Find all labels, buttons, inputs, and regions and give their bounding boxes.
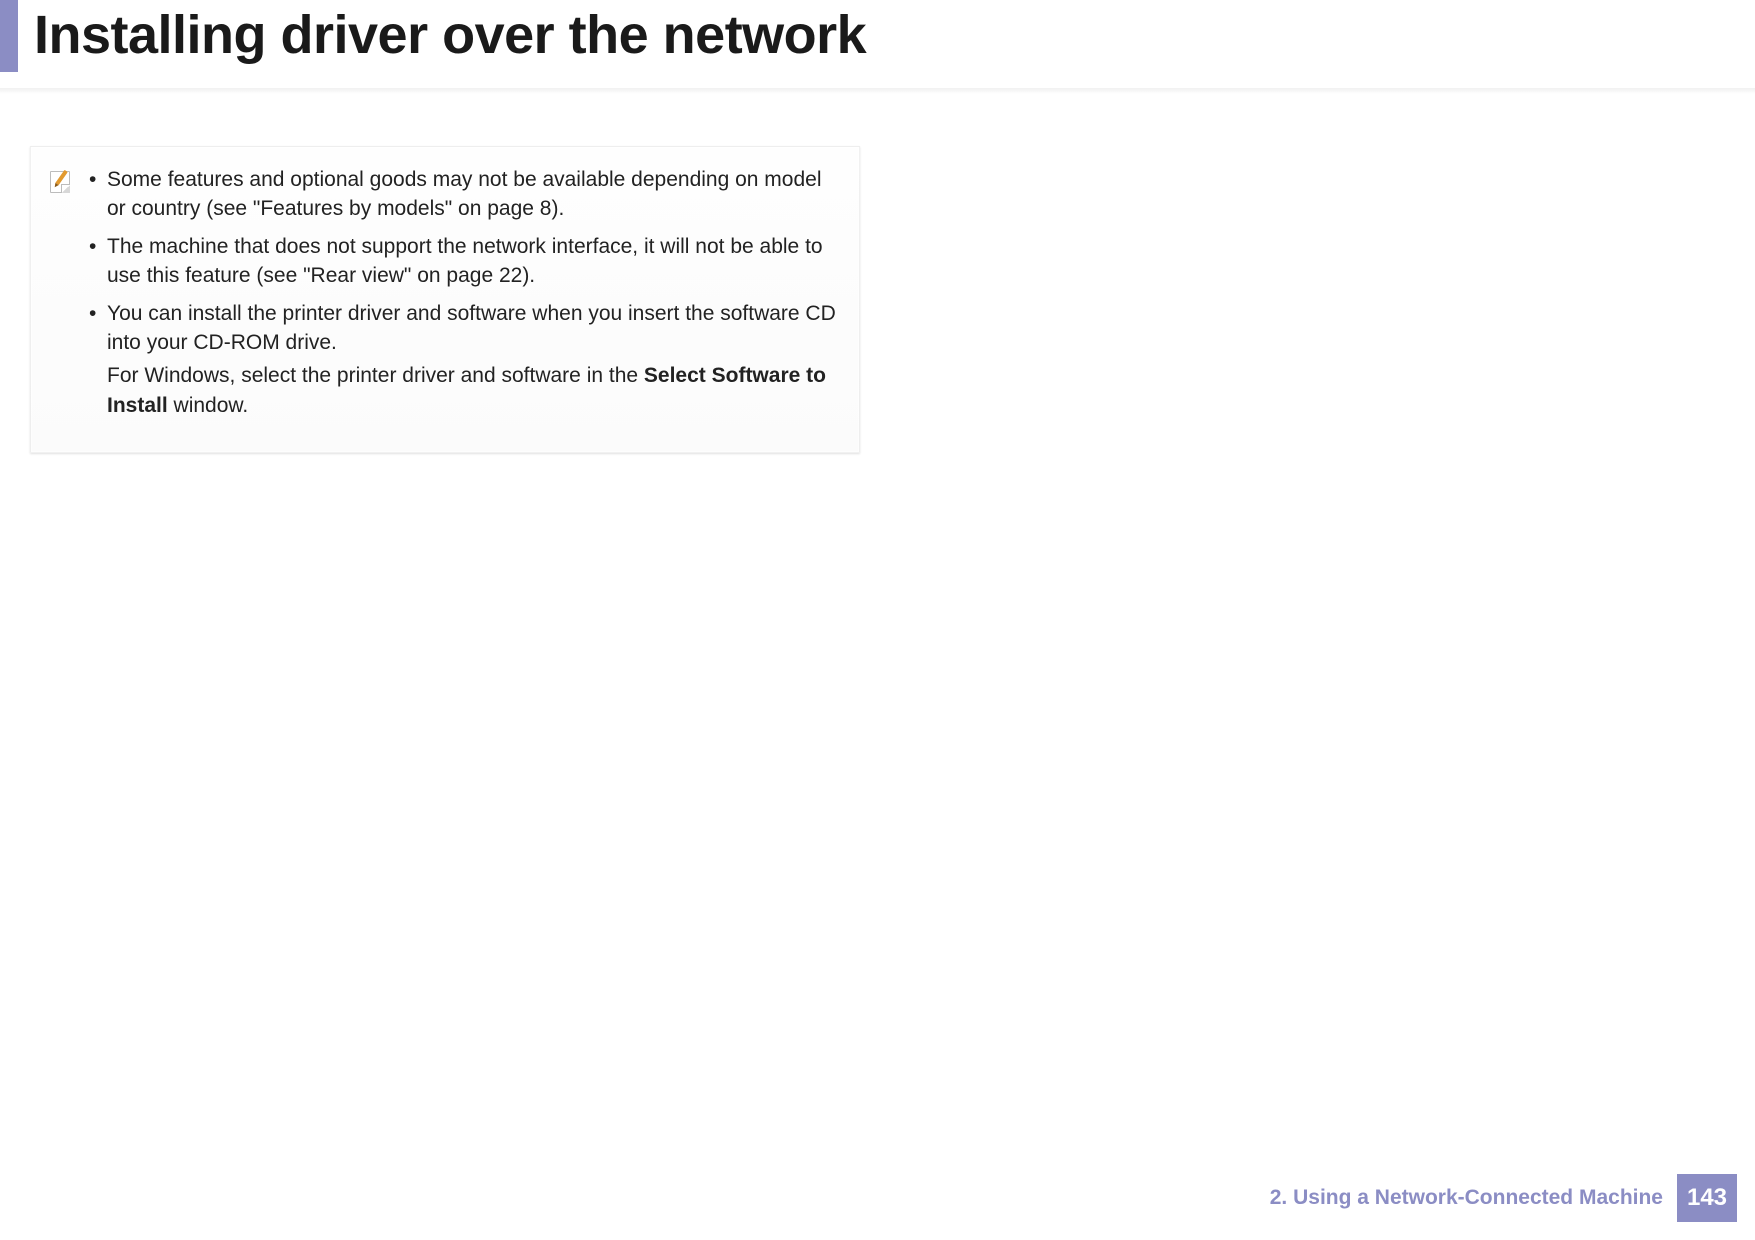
note-bullet-text: Some features and optional goods may not… (107, 168, 822, 220)
note-bullet-extra: For Windows, select the printer driver a… (107, 361, 843, 420)
header-divider (0, 88, 1755, 94)
note-bullet-item: You can install the printer driver and s… (85, 299, 843, 421)
page-footer: 2. Using a Network-Connected Machine 143 (1270, 1174, 1737, 1222)
content-column: Some features and optional goods may not… (30, 146, 860, 453)
note-bullet-list: Some features and optional goods may not… (85, 165, 843, 428)
note-bullet-extra-post: window. (168, 394, 249, 417)
page-number: 143 (1677, 1174, 1737, 1222)
note-bullet-item: Some features and optional goods may not… (85, 165, 843, 224)
note-panel: Some features and optional goods may not… (30, 146, 860, 453)
header-accent-bar (0, 0, 18, 72)
note-icon (47, 167, 73, 193)
note-bullet-text: You can install the printer driver and s… (107, 302, 836, 354)
note-bullet-text: The machine that does not support the ne… (107, 235, 823, 287)
chapter-label: 2. Using a Network-Connected Machine (1270, 1186, 1663, 1210)
note-bullet-item: The machine that does not support the ne… (85, 232, 843, 291)
page-title: Installing driver over the network (18, 0, 866, 72)
page-header: Installing driver over the network (0, 0, 1755, 72)
note-bullet-extra-pre: For Windows, select the printer driver a… (107, 364, 644, 387)
